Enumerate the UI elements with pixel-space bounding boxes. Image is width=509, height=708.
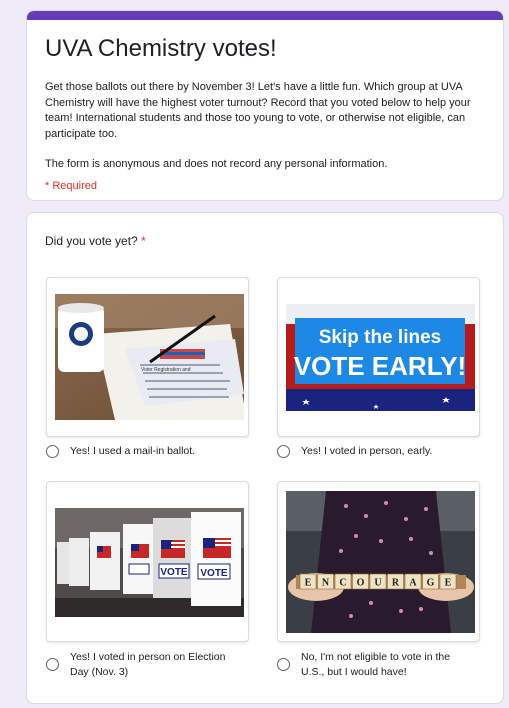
voting-booths-photo: VOTE VOTE <box>55 508 244 617</box>
required-star: * <box>141 234 146 248</box>
option-election-day[interactable]: Yes! I voted in person on Election Day (… <box>46 650 240 679</box>
letter-tile-text: U <box>374 578 381 589</box>
letter-tile-text: R <box>392 578 400 589</box>
header-accent-bar <box>27 11 503 20</box>
radio-button[interactable] <box>46 658 59 671</box>
option-mail-in-ballot[interactable]: Yes! I used a mail-in ballot. <box>46 444 240 459</box>
radio-button[interactable] <box>277 658 290 671</box>
letter-tile-text: N <box>322 578 330 589</box>
form-description: Get those ballots out there by November … <box>45 80 485 173</box>
letter-tile-text: G <box>427 578 435 589</box>
option-not-eligible[interactable]: No, I'm not eligible to vote in the U.S.… <box>277 650 471 679</box>
question-title: Did you vote yet? * <box>45 234 146 248</box>
letter-tile-text: O <box>357 578 365 589</box>
letter-tile-text: E <box>305 578 312 589</box>
form-description-paragraph: Get those ballots out there by November … <box>45 81 471 140</box>
option-label: Yes! I used a mail-in ballot. <box>70 445 196 457</box>
form-header-card: UVA Chemistry votes! Get those ballots o… <box>26 10 504 201</box>
mail-in-ballot-photo: Voter Registration and <box>55 294 244 420</box>
vote-early-sign-photo: Skip the lines VOTE EARLY! <box>286 304 475 411</box>
required-note: * Required <box>45 180 97 192</box>
vote-early-line2: VOTE EARLY! <box>294 351 466 381</box>
question-title-text: Did you vote yet? <box>45 234 138 248</box>
option-image-mail-in-ballot: Voter Registration and <box>46 277 249 437</box>
option-label: Yes! I voted in person on Election Day (… <box>70 651 226 678</box>
option-image-not-eligible: ENCOURAGE <box>277 481 480 642</box>
letter-tile-text: A <box>409 578 417 589</box>
option-vote-early[interactable]: Yes! I voted in person, early. <box>277 444 471 459</box>
option-image-election-day: VOTE VOTE <box>46 481 249 642</box>
letter-tile-text: C <box>339 578 346 589</box>
form-privacy-note: The form is anonymous and does not recor… <box>45 158 388 170</box>
form-title: UVA Chemistry votes! <box>45 35 277 62</box>
encourage-tiles-photo: ENCOURAGE <box>286 491 475 633</box>
booth-label-front: VOTE <box>200 568 228 579</box>
vote-early-line1: Skip the lines <box>319 327 441 348</box>
option-image-vote-early: Skip the lines VOTE EARLY! <box>277 277 480 437</box>
radio-button[interactable] <box>46 444 59 458</box>
option-label: Yes! I voted in person, early. <box>301 445 433 457</box>
option-label: No, I'm not eligible to vote in the U.S.… <box>301 651 451 678</box>
question-card: Did you vote yet? * Voter Registration a… <box>26 212 504 704</box>
letter-tile-text: E <box>445 578 452 589</box>
radio-button[interactable] <box>277 444 290 458</box>
ballot-form-header: Voter Registration and <box>141 367 191 373</box>
booth-label: VOTE <box>160 567 188 578</box>
